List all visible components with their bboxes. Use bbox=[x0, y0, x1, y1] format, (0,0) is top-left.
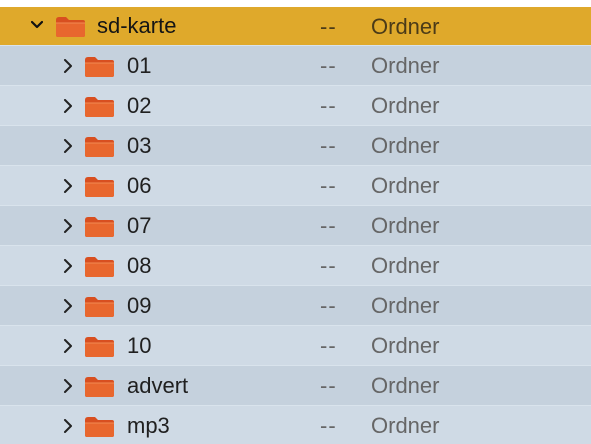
folder-kind: Ordner bbox=[371, 14, 440, 39]
folder-row-06[interactable]: 06 -- Ordner bbox=[0, 165, 591, 205]
folder-name: 06 bbox=[127, 173, 152, 198]
folder-icon bbox=[83, 95, 116, 118]
chevron-right-icon[interactable] bbox=[62, 379, 74, 393]
chevron-right-icon[interactable] bbox=[62, 139, 74, 153]
folder-name: 01 bbox=[127, 53, 152, 78]
folder-icon bbox=[83, 255, 116, 278]
folder-size: -- bbox=[320, 213, 337, 238]
chevron-right-icon[interactable] bbox=[62, 179, 74, 193]
folder-kind: Ordner bbox=[371, 373, 440, 398]
folder-name: advert bbox=[127, 373, 189, 398]
folder-row-advert[interactable]: advert -- Ordner bbox=[0, 365, 591, 405]
folder-row-01[interactable]: 01 -- Ordner bbox=[0, 45, 591, 85]
folder-icon bbox=[54, 15, 87, 38]
folder-icon bbox=[83, 415, 116, 438]
folder-row-02[interactable]: 02 -- Ordner bbox=[0, 85, 591, 125]
folder-row-09[interactable]: 09 -- Ordner bbox=[0, 285, 591, 325]
folder-size: -- bbox=[320, 133, 337, 158]
folder-name: 03 bbox=[127, 133, 152, 158]
folder-row-10[interactable]: 10 -- Ordner bbox=[0, 325, 591, 365]
folder-size: -- bbox=[320, 53, 337, 78]
chevron-right-icon[interactable] bbox=[62, 219, 74, 233]
folder-kind: Ordner bbox=[371, 333, 440, 358]
folder-icon bbox=[83, 175, 116, 198]
chevron-down-icon[interactable] bbox=[31, 18, 43, 32]
folder-kind: Ordner bbox=[371, 53, 440, 78]
folder-icon bbox=[83, 335, 116, 358]
folder-row-08[interactable]: 08 -- Ordner bbox=[0, 245, 591, 285]
folder-size: -- bbox=[320, 333, 337, 358]
folder-name: 02 bbox=[127, 93, 152, 118]
folder-kind: Ordner bbox=[371, 293, 440, 318]
folder-row-07[interactable]: 07 -- Ordner bbox=[0, 205, 591, 245]
finder-list-view: sd-karte -- Ordner 01 -- Ordner 02 -- Or… bbox=[0, 0, 591, 444]
folder-kind: Ordner bbox=[371, 213, 440, 238]
folder-name: 08 bbox=[127, 253, 152, 278]
chevron-right-icon[interactable] bbox=[62, 419, 74, 433]
folder-kind: Ordner bbox=[371, 93, 440, 118]
folder-kind: Ordner bbox=[371, 173, 440, 198]
folder-row-03[interactable]: 03 -- Ordner bbox=[0, 125, 591, 165]
folder-kind: Ordner bbox=[371, 133, 440, 158]
folder-kind: Ordner bbox=[371, 253, 440, 278]
folder-row-sd-karte[interactable]: sd-karte -- Ordner bbox=[0, 7, 591, 45]
folder-icon bbox=[83, 55, 116, 78]
chevron-right-icon[interactable] bbox=[62, 259, 74, 273]
folder-size: -- bbox=[320, 14, 337, 39]
folder-size: -- bbox=[320, 93, 337, 118]
folder-icon bbox=[83, 215, 116, 238]
folder-icon bbox=[83, 295, 116, 318]
folder-name: sd-karte bbox=[97, 13, 177, 38]
folder-icon bbox=[83, 135, 116, 158]
folder-name: 09 bbox=[127, 293, 152, 318]
folder-name: 07 bbox=[127, 213, 152, 238]
folder-name: 10 bbox=[127, 333, 152, 358]
folder-size: -- bbox=[320, 413, 337, 438]
folder-size: -- bbox=[320, 253, 337, 278]
folder-row-mp3[interactable]: mp3 -- Ordner bbox=[0, 405, 591, 444]
chevron-right-icon[interactable] bbox=[62, 299, 74, 313]
folder-size: -- bbox=[320, 373, 337, 398]
chevron-right-icon[interactable] bbox=[62, 99, 74, 113]
folder-name: mp3 bbox=[127, 413, 170, 438]
folder-kind: Ordner bbox=[371, 413, 440, 438]
folder-size: -- bbox=[320, 173, 337, 198]
chevron-right-icon[interactable] bbox=[62, 339, 74, 353]
folder-size: -- bbox=[320, 293, 337, 318]
folder-icon bbox=[83, 375, 116, 398]
chevron-right-icon[interactable] bbox=[62, 59, 74, 73]
